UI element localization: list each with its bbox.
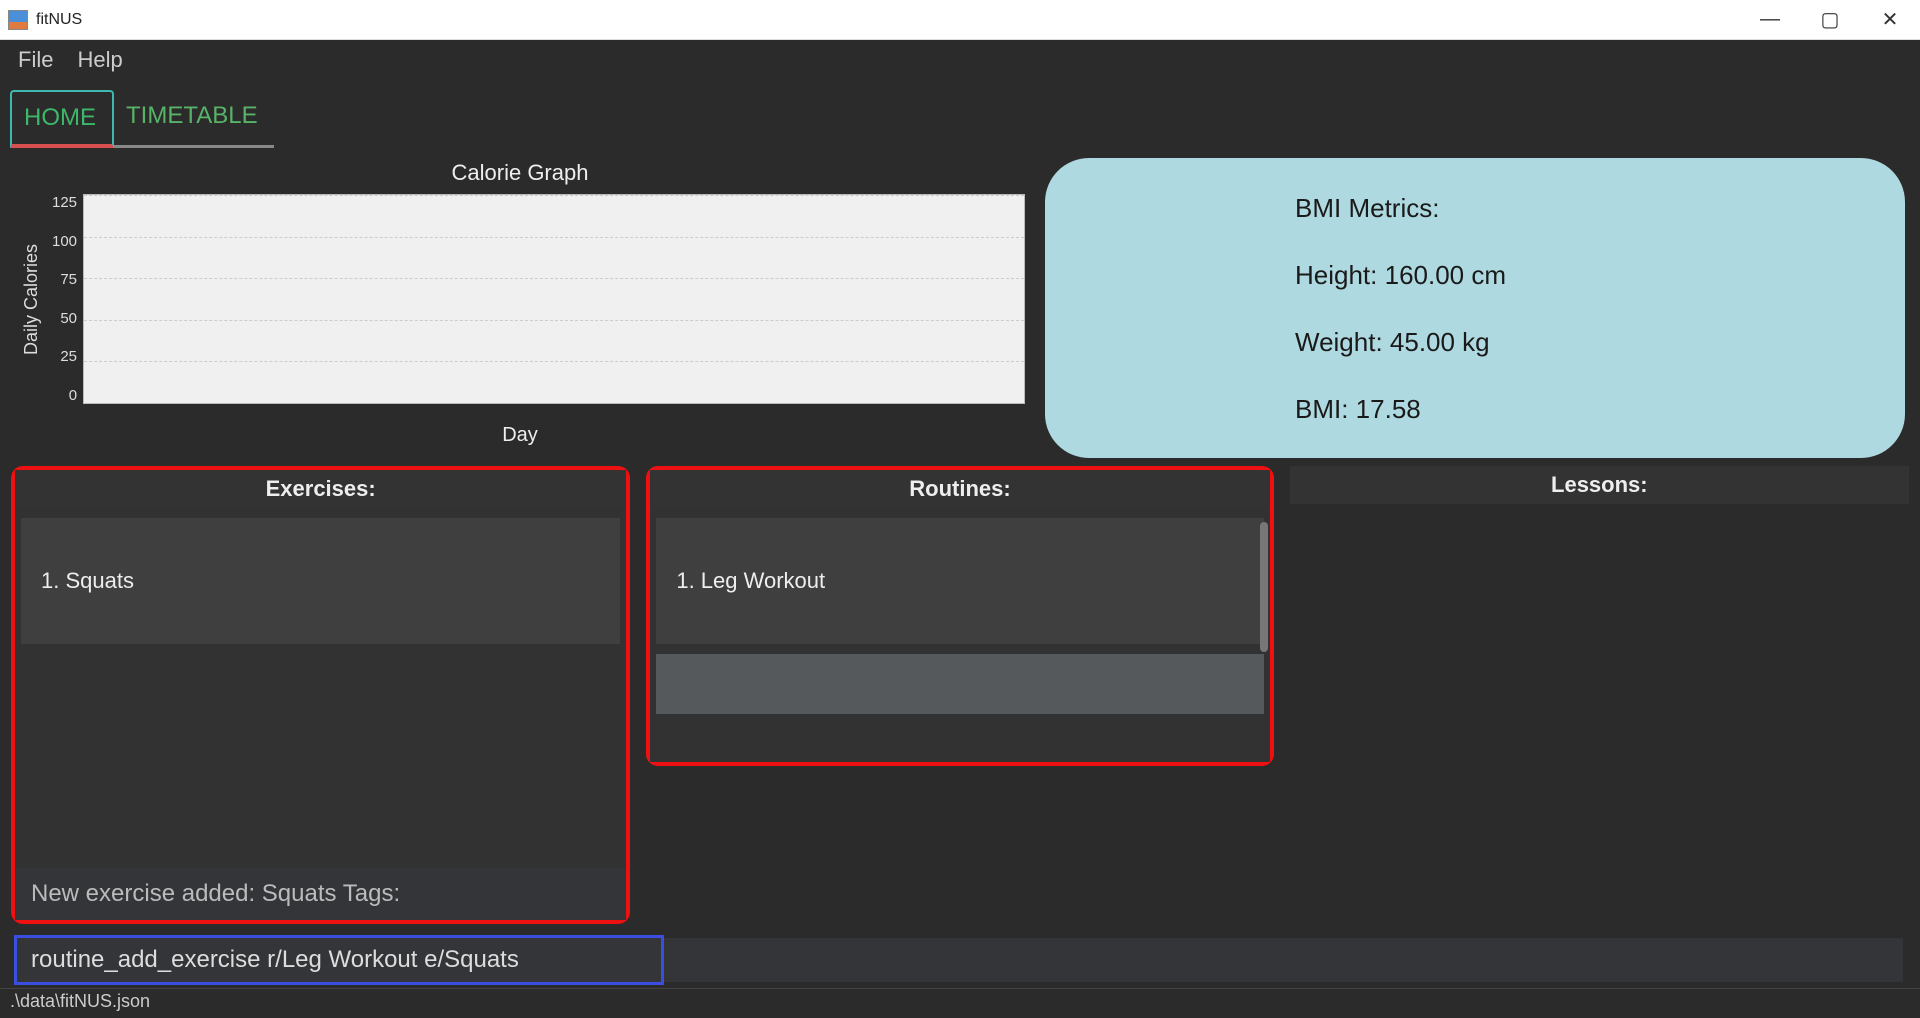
ytick: 0 [52,387,77,404]
menu-file[interactable]: File [18,47,53,73]
calorie-chart: Calorie Graph Daily Calories 125 100 75 … [15,156,1025,458]
lessons-list[interactable] [1290,504,1909,924]
bmi-height: Height: 160.00 cm [1295,262,1865,288]
window-titlebar: fitNUS — ▢ ✕ [0,0,1920,40]
scrollbar[interactable] [1260,522,1268,652]
menubar: File Help [0,40,1920,80]
list-item[interactable]: 1. Squats [21,518,620,644]
tab-timetable[interactable]: TIMETABLE [114,90,274,148]
ytick: 25 [52,348,77,365]
app-icon [8,10,28,30]
exercises-header: Exercises: [15,470,626,508]
statusbar: .\data\fitNUS.json [0,988,1920,1018]
minimize-button[interactable]: — [1740,0,1800,40]
chart-plot-area [83,194,1025,404]
chart-ylabel: Daily Calories [15,194,48,404]
chart-xlabel: Day [15,404,1025,447]
lessons-panel: Lessons: [1290,466,1909,924]
maximize-button[interactable]: ▢ [1800,0,1860,40]
tabs: HOME TIMETABLE [0,80,1920,148]
tab-home[interactable]: HOME [10,90,114,148]
window-controls: — ▢ ✕ [1740,0,1920,40]
bmi-title: BMI Metrics: [1295,195,1865,221]
chart-title: Calorie Graph [15,156,1025,194]
list-item[interactable] [656,654,1263,714]
exercises-list[interactable]: 1. Squats [15,508,626,868]
feedback-message: New exercise added: Squats Tags: [15,868,626,920]
ytick: 125 [52,194,77,211]
ytick: 75 [52,271,77,288]
list-item[interactable]: 1. Leg Workout [656,518,1263,644]
bmi-weight: Weight: 45.00 kg [1295,329,1865,355]
bmi-panel: BMI Metrics: Height: 160.00 cm Weight: 4… [1045,158,1905,458]
lessons-header: Lessons: [1290,466,1909,504]
ytick: 50 [52,310,77,327]
close-button[interactable]: ✕ [1860,0,1920,40]
routines-list[interactable]: 1. Leg Workout [650,508,1269,762]
chart-yticks: 125 100 75 50 25 0 [48,194,83,404]
routines-header: Routines: [650,470,1269,508]
ytick: 100 [52,233,77,250]
routines-panel: Routines: 1. Leg Workout [646,466,1273,766]
menu-help[interactable]: Help [77,47,122,73]
exercises-panel: Exercises: 1. Squats [11,466,630,868]
window-title: fitNUS [36,11,1740,29]
bmi-value: BMI: 17.58 [1295,396,1865,422]
